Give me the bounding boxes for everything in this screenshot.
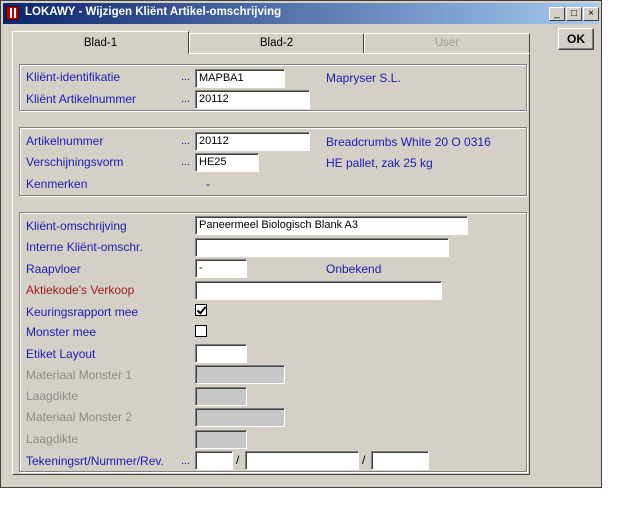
drawing-separator-2: / (362, 453, 366, 467)
tab-blad-2[interactable]: Blad-2 (189, 33, 364, 54)
inspection-label: Keuringsrapport mee (26, 305, 139, 319)
floor-label: Raapvloer (26, 262, 81, 276)
client-id-dots: ... (181, 71, 191, 83)
drawing-separator-1: / (236, 453, 240, 467)
action-codes-field[interactable] (195, 281, 442, 300)
client-article-dots: ... (181, 93, 191, 105)
window-title: LOKAWY - Wijzigen Kliënt Artikel-omschri… (25, 6, 282, 18)
features-value: - (206, 177, 210, 191)
inspection-checkbox[interactable] (195, 304, 207, 316)
title-bar[interactable]: LOKAWY - Wijzigen Kliënt Artikel-omschri… (3, 3, 599, 24)
client-name: Mapryser S.L. (326, 71, 401, 85)
features-label: Kenmerken (26, 177, 88, 191)
client-article-label: Kliënt Artikelnummer (26, 92, 137, 106)
sample-label: Monster mee (26, 325, 97, 339)
form-description: HE pallet, zak 25 kg (326, 156, 433, 170)
action-codes-label: Aktiekode's Verkoop (26, 283, 135, 297)
article-dots: ... (181, 135, 191, 147)
client-article-field[interactable]: 20112 (195, 90, 310, 109)
form-label: Verschijningsvorm (26, 155, 124, 169)
form-field[interactable]: HE25 (195, 153, 259, 172)
drawing-number-field[interactable] (245, 451, 359, 470)
tab-user: User (364, 33, 530, 54)
ok-button[interactable]: OK (558, 28, 594, 50)
form-dots: ... (181, 156, 191, 168)
material1-field (195, 365, 285, 384)
sample-checkbox[interactable] (195, 325, 207, 337)
layer1-field (195, 387, 247, 406)
material2-label: Materiaal Monster 2 (26, 410, 133, 424)
client-desc-field[interactable]: Paneermeel Biologisch Blank A3 (195, 216, 468, 235)
internal-desc-label: Interne Kliënt-omschr. (26, 240, 143, 254)
floor-field[interactable]: - (195, 259, 247, 278)
tab-blad-1[interactable]: Blad-1 (12, 31, 189, 54)
layer1-label: Laagdikte (26, 389, 79, 403)
floor-description: Onbekend (326, 262, 382, 276)
layer2-label: Laagdikte (26, 432, 79, 446)
main-window: LOKAWY - Wijzigen Kliënt Artikel-omschri… (0, 0, 602, 488)
drawing-label: Tekeningsrt/Nummer/Rev. (26, 454, 164, 468)
drawing-revision-field[interactable] (371, 451, 429, 470)
drawing-type-field[interactable] (195, 451, 233, 470)
material1-label: Materiaal Monster 1 (26, 368, 133, 382)
internal-desc-field[interactable] (195, 238, 449, 257)
minimize-button[interactable]: _ (549, 7, 565, 21)
article-label: Artikelnummer (26, 134, 104, 148)
article-field[interactable]: 20112 (195, 132, 310, 151)
client-id-field[interactable]: MAPBA1 (195, 69, 285, 88)
app-icon (6, 6, 19, 20)
close-button[interactable]: × (583, 7, 599, 21)
layer2-field (195, 430, 247, 449)
etiket-label: Etiket Layout (26, 347, 96, 361)
drawing-dots: ... (181, 455, 191, 467)
article-description: Breadcrumbs White 20 O 0316 (326, 135, 491, 149)
client-desc-label: Kliënt-omschrijving (26, 219, 127, 233)
material2-field (195, 408, 285, 427)
maximize-button[interactable]: □ (566, 7, 582, 21)
client-id-label: Kliënt-identifikatie (26, 70, 121, 84)
etiket-field[interactable] (195, 344, 247, 363)
